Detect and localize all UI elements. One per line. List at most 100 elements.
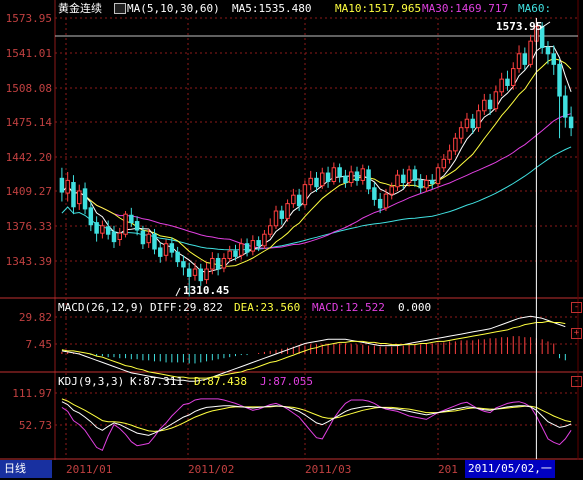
- candle-body: [215, 257, 221, 270]
- candle: [71, 175, 76, 215]
- price-axis-label: 1573.95: [5, 12, 52, 25]
- month-label: 2011/02: [188, 463, 235, 476]
- candle-body: [511, 68, 516, 86]
- kdj-d-line: [61, 398, 572, 432]
- candle: [65, 171, 70, 202]
- candle-body: [140, 230, 146, 245]
- candle: [343, 169, 348, 188]
- low-arrow: [175, 287, 181, 297]
- candle-body: [59, 177, 65, 193]
- candle: [88, 201, 94, 232]
- candle: [117, 227, 122, 246]
- candle: [412, 165, 418, 187]
- candle: [285, 199, 290, 222]
- candle-body: [337, 167, 342, 177]
- ma5-value: MA5:1535.480: [232, 2, 312, 15]
- candle-body: [476, 110, 481, 129]
- candle-body: [134, 221, 140, 231]
- candle-body: [296, 194, 302, 207]
- candle: [516, 45, 522, 73]
- candle: [59, 167, 65, 202]
- candle: [366, 165, 371, 195]
- candle: [493, 85, 499, 112]
- candle: [354, 166, 360, 186]
- candle: [557, 59, 562, 139]
- candle-body: [401, 174, 406, 184]
- candle-body: [568, 116, 574, 129]
- candle: [134, 216, 140, 236]
- candle-body: [395, 174, 400, 188]
- candle-body: [88, 207, 94, 226]
- ma-indicator-icon[interactable]: [114, 3, 126, 14]
- candle-body: [522, 53, 528, 65]
- macd-collapse-button[interactable]: -: [571, 302, 582, 313]
- candle: [158, 242, 163, 263]
- candle-body: [435, 167, 441, 185]
- candle: [395, 169, 400, 191]
- ma5-line: [61, 46, 572, 273]
- candle-body: [360, 168, 366, 181]
- candle-body: [516, 53, 522, 70]
- candle-body: [169, 243, 175, 253]
- candle-body: [551, 53, 556, 65]
- candle-body: [505, 78, 510, 86]
- price-axis-label: 1508.08: [5, 82, 52, 95]
- ma-params[interactable]: MA(5,10,30,60): [127, 2, 220, 15]
- kdj-d-value: D:87.438: [194, 375, 247, 388]
- kdj-axis-label: 111.97: [12, 387, 52, 400]
- month-label: 2011/01: [66, 463, 113, 476]
- candle-body: [302, 184, 308, 206]
- candle: [221, 253, 227, 273]
- candle-body: [210, 257, 215, 270]
- macd-expand-button[interactable]: +: [571, 328, 582, 339]
- candle-body: [273, 210, 279, 227]
- macd-zero-value: 0.000: [398, 301, 432, 314]
- macd-macd-value: MACD:12.522: [312, 301, 385, 314]
- candle-body: [482, 99, 487, 112]
- candle-body: [250, 240, 256, 252]
- candle-body: [383, 193, 389, 209]
- macd-title[interactable]: MACD(26,12,9): [58, 301, 144, 314]
- candle-body: [279, 210, 285, 219]
- chart-canvas[interactable]: [0, 0, 583, 480]
- kdj-title[interactable]: KDJ(9,3,3): [58, 375, 124, 388]
- candle-body: [458, 127, 464, 139]
- kdj-k-line: [61, 401, 572, 436]
- chart-grid: [0, 0, 583, 460]
- low-price-marker: 1310.45: [183, 284, 230, 297]
- candle: [320, 167, 325, 189]
- candle-body: [111, 231, 117, 243]
- candle-body: [233, 250, 238, 257]
- candle-body: [146, 233, 151, 244]
- macd-dea-value: DEA:23.560: [234, 301, 301, 314]
- candle-body: [528, 40, 533, 65]
- ma60-value: MA60:: [518, 2, 552, 15]
- candle-body: [158, 247, 163, 257]
- candle-body: [493, 91, 499, 110]
- candle-body: [192, 268, 198, 276]
- candle-body: [372, 187, 377, 200]
- kdj-collapse-button[interactable]: -: [571, 376, 582, 387]
- moving-average-lines: [61, 46, 572, 273]
- kdj-k-value: K:87.311: [130, 375, 183, 388]
- price-axis-label: 1541.01: [5, 47, 52, 60]
- candle-body: [239, 243, 244, 256]
- candle: [100, 220, 105, 239]
- period-tab-daily[interactable]: 日线: [0, 460, 52, 478]
- macd-axis-label: 7.45: [25, 338, 53, 351]
- crosshair-cursor: [175, 18, 551, 459]
- cursor-date-label: 2011/05/02,一: [465, 460, 555, 478]
- symbol-title: 黄金连续: [58, 2, 102, 15]
- candle: [429, 174, 435, 189]
- candle: [447, 144, 452, 164]
- candle-body: [406, 169, 412, 184]
- candle: [250, 235, 256, 256]
- candle-body: [221, 257, 227, 269]
- candle: [204, 262, 209, 284]
- candle-body: [320, 172, 325, 187]
- candle-body: [366, 169, 371, 190]
- candle-body: [198, 268, 204, 282]
- candle: [111, 225, 117, 248]
- candle: [163, 239, 169, 261]
- candle-body: [94, 222, 99, 234]
